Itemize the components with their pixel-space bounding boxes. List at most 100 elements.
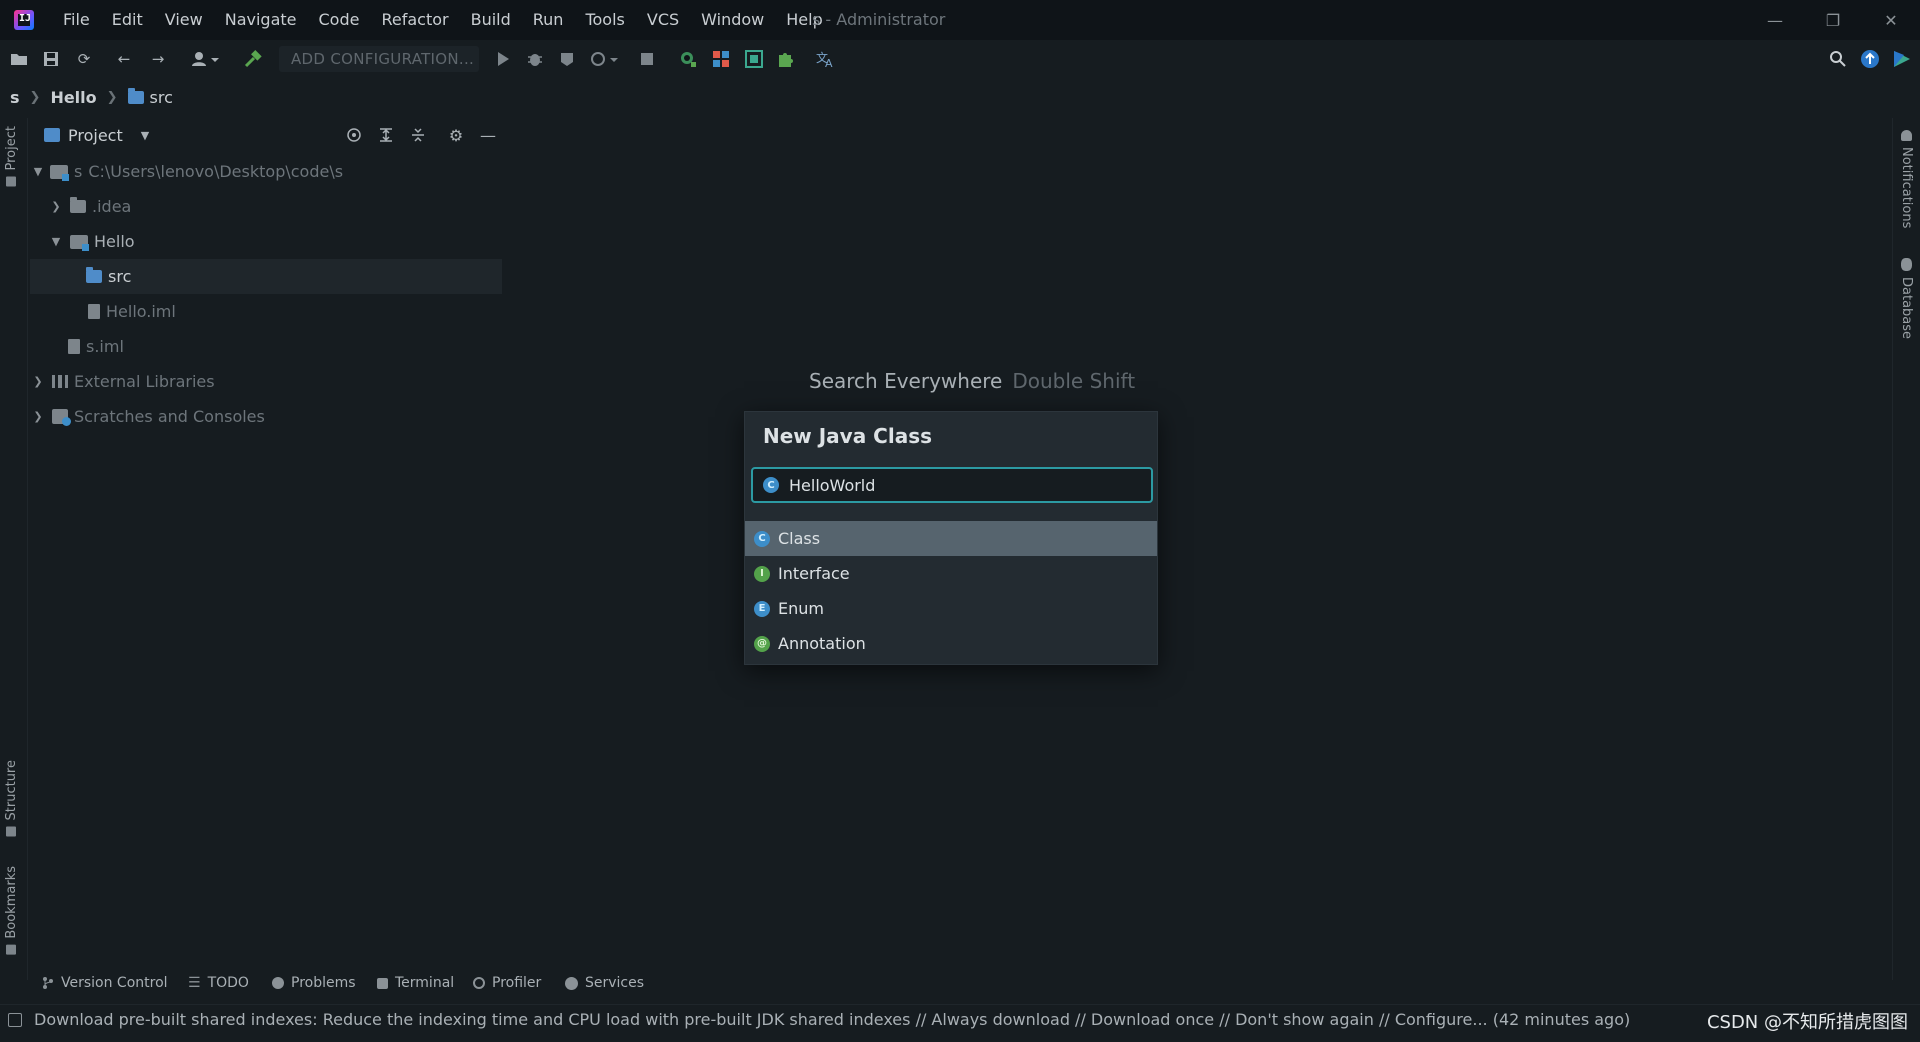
menu-code[interactable]: Code bbox=[308, 0, 371, 40]
chevron-right-icon[interactable]: ❯ bbox=[48, 200, 64, 213]
project-tree: ▼ s C:\Users\lenovo\Desktop\code\s ❯ .id… bbox=[30, 154, 504, 434]
list-item-annotation[interactable]: @ Annotation bbox=[745, 626, 1157, 661]
tab-label: Services bbox=[585, 975, 645, 991]
expand-all-icon[interactable] bbox=[370, 118, 402, 152]
source-folder-icon bbox=[86, 267, 102, 283]
hint-label: Search Everywhere bbox=[809, 369, 1003, 393]
collapse-all-icon[interactable] bbox=[402, 118, 434, 152]
plugin-a-icon[interactable] bbox=[677, 48, 699, 70]
puzzle-plugin-icon[interactable] bbox=[775, 48, 797, 70]
status-toggle-icon[interactable] bbox=[8, 1013, 22, 1027]
tab-profiler[interactable]: Profiler bbox=[473, 975, 541, 991]
menu-edit[interactable]: Edit bbox=[101, 0, 154, 40]
menu-run[interactable]: Run bbox=[522, 0, 575, 40]
tab-version-control[interactable]: Version Control bbox=[42, 975, 168, 991]
close-window-button[interactable]: ✕ bbox=[1862, 0, 1920, 40]
translate-icon[interactable]: 文A bbox=[815, 48, 837, 70]
menu-tools[interactable]: Tools bbox=[574, 0, 635, 40]
annotation-icon: @ bbox=[754, 635, 770, 652]
breadcrumb-module[interactable]: Hello bbox=[50, 88, 96, 107]
window-title: s - Administrator bbox=[812, 10, 946, 29]
menu-build[interactable]: Build bbox=[460, 0, 522, 40]
left-tool-strip: Project Structure Bookmarks bbox=[0, 118, 28, 980]
status-message[interactable]: Download pre-built shared indexes: Reduc… bbox=[34, 1009, 1630, 1031]
project-view-selector[interactable]: Project ▼ bbox=[44, 118, 149, 152]
tab-problems[interactable]: Problems bbox=[272, 975, 356, 991]
tree-row-hello[interactable]: ▼ Hello bbox=[30, 224, 504, 259]
save-icon[interactable] bbox=[40, 48, 62, 70]
menu-view[interactable]: View bbox=[154, 0, 214, 40]
tree-row-idea[interactable]: ❯ .idea bbox=[30, 189, 504, 224]
build-hammer-icon[interactable] bbox=[242, 48, 264, 70]
chevron-down-icon[interactable]: ▼ bbox=[30, 165, 46, 178]
chevron-right-icon[interactable]: ❯ bbox=[30, 375, 46, 388]
tree-label: s bbox=[74, 162, 83, 181]
profile-dropdown-icon[interactable] bbox=[588, 48, 622, 70]
toolbox-icon[interactable] bbox=[1891, 48, 1913, 70]
add-configuration-button[interactable]: ADD CONFIGURATION... bbox=[279, 46, 479, 72]
stop-icon[interactable] bbox=[636, 48, 658, 70]
class-name-input[interactable] bbox=[789, 475, 1129, 495]
tree-label: Scratches and Consoles bbox=[74, 407, 265, 426]
hide-panel-icon[interactable]: — bbox=[472, 118, 504, 152]
tree-label: .idea bbox=[92, 197, 132, 216]
intellij-logo-icon[interactable]: IJ bbox=[14, 10, 34, 30]
sync-icon[interactable]: ⟳ bbox=[73, 48, 95, 70]
update-icon[interactable] bbox=[1859, 48, 1881, 70]
breadcrumb-separator: ❯ bbox=[29, 89, 41, 105]
tab-notifications-label: Notifications bbox=[1899, 147, 1914, 229]
locate-file-icon[interactable] bbox=[338, 118, 370, 152]
run-icon[interactable] bbox=[492, 48, 514, 70]
menu-vcs[interactable]: VCS bbox=[636, 0, 690, 40]
plugin-b-icon[interactable] bbox=[710, 48, 732, 70]
tab-structure[interactable]: Structure bbox=[4, 760, 19, 837]
tab-database[interactable]: Database bbox=[1899, 258, 1914, 339]
tab-project[interactable]: Project bbox=[4, 126, 19, 187]
tree-row-root[interactable]: ▼ s C:\Users\lenovo\Desktop\code\s bbox=[30, 154, 504, 189]
menu-window[interactable]: Window bbox=[690, 0, 775, 40]
breadcrumb-root[interactable]: s bbox=[10, 88, 20, 107]
tab-services[interactable]: Services bbox=[565, 975, 644, 991]
tab-notifications[interactable]: Notifications bbox=[1899, 130, 1914, 228]
plugin-c-icon[interactable] bbox=[743, 48, 765, 70]
database-icon bbox=[1901, 258, 1912, 271]
tab-label: Terminal bbox=[395, 975, 455, 991]
window-controls: — ❐ ✕ bbox=[1746, 0, 1920, 40]
tab-bookmarks[interactable]: Bookmarks bbox=[4, 866, 19, 955]
tree-row-s-iml[interactable]: s.iml bbox=[30, 329, 504, 364]
branch-icon bbox=[43, 977, 53, 989]
chevron-right-icon[interactable]: ❯ bbox=[30, 410, 46, 423]
tab-todo[interactable]: ☰ TODO bbox=[188, 975, 249, 991]
menu-navigate[interactable]: Navigate bbox=[214, 0, 308, 40]
tree-row-src[interactable]: src bbox=[30, 259, 502, 294]
breadcrumb-folder-label: src bbox=[149, 87, 173, 107]
forward-arrow-icon[interactable]: → bbox=[147, 48, 169, 70]
class-name-field[interactable]: C bbox=[751, 467, 1153, 503]
tree-label: Hello bbox=[94, 232, 135, 251]
search-icon[interactable] bbox=[1827, 48, 1849, 70]
list-item-enum[interactable]: E Enum bbox=[745, 591, 1157, 626]
list-item-interface[interactable]: I Interface bbox=[745, 556, 1157, 591]
gear-icon[interactable]: ⚙ bbox=[440, 118, 472, 152]
class-icon: C bbox=[754, 530, 770, 547]
restore-button[interactable]: ❐ bbox=[1804, 0, 1862, 40]
tree-row-hello-iml[interactable]: Hello.iml bbox=[30, 294, 504, 329]
list-icon: ☰ bbox=[188, 975, 201, 991]
menu-refactor[interactable]: Refactor bbox=[370, 0, 459, 40]
menu-file[interactable]: File bbox=[52, 0, 101, 40]
tree-row-scratches[interactable]: ❯ Scratches and Consoles bbox=[30, 399, 504, 434]
debug-icon[interactable] bbox=[524, 48, 546, 70]
tree-row-external-libraries[interactable]: ❯ External Libraries bbox=[30, 364, 504, 399]
back-arrow-icon[interactable]: ← bbox=[113, 48, 135, 70]
breadcrumb-folder[interactable]: src bbox=[127, 87, 173, 107]
coverage-icon[interactable] bbox=[556, 48, 578, 70]
chevron-down-icon[interactable]: ▼ bbox=[48, 235, 64, 248]
tab-terminal[interactable]: Terminal bbox=[377, 975, 454, 991]
tab-bookmarks-label: Bookmarks bbox=[4, 866, 19, 939]
minimize-button[interactable]: — bbox=[1746, 0, 1804, 40]
tab-project-label: Project bbox=[4, 126, 19, 171]
list-item-class[interactable]: C Class bbox=[745, 521, 1157, 556]
open-folder-icon[interactable] bbox=[8, 48, 30, 70]
project-panel: Project ▼ ⚙ — ▼ s C:\Users\lenovo\Deskto… bbox=[30, 118, 504, 978]
user-dropdown-icon[interactable] bbox=[189, 48, 223, 70]
